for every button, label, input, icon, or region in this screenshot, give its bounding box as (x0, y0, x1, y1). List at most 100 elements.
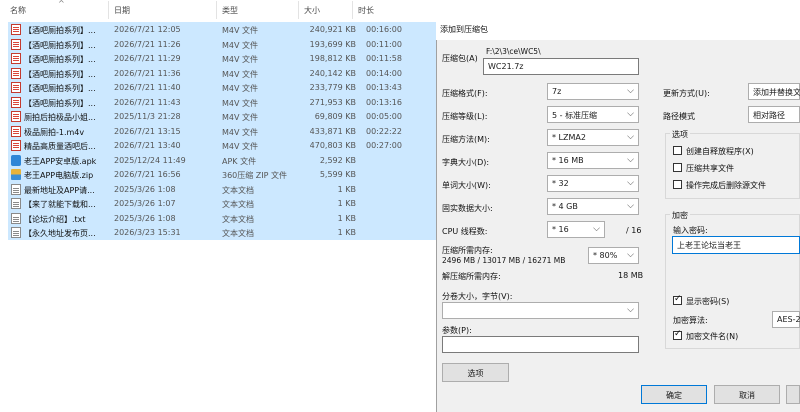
text-file-icon (11, 198, 21, 209)
archive-name-input[interactable]: WC21.7z (483, 58, 639, 75)
word-select[interactable]: * 32 ⌵ (547, 175, 639, 192)
file-name: 【酒吧厕拍系列】... (24, 26, 96, 35)
options-button[interactable]: 选项 (442, 363, 509, 382)
file-duration: 00:13:43 (366, 83, 402, 92)
help-button[interactable] (786, 385, 800, 404)
column-name[interactable]: 名称 (10, 5, 26, 16)
file-date: 2025/11/3 21:28 (114, 112, 181, 121)
show-password-checkbox[interactable] (673, 294, 682, 305)
file-row[interactable]: 老王APP安卓版.apk 2025/12/24 11:49 APK 文件 2,592 … (8, 152, 436, 167)
column-size[interactable]: 大小 (304, 5, 320, 16)
file-row[interactable]: 极品厕拍-1.m4v 2026/7/21 13:15 M4V 文件 433,871 K… (8, 123, 436, 138)
file-size: 233,779 KB (309, 83, 356, 92)
solid-label: 固实数据大小: (442, 204, 493, 213)
level-label: 压缩等级(L): (442, 112, 488, 121)
file-row[interactable]: 最新地址及APP请... 2025/3/26 1:08 文本文档 1 KB (8, 181, 436, 196)
file-row[interactable]: 【酒吧厕拍系列】... 2026/7/21 11:36 M4V 文件 240,142 … (8, 65, 436, 80)
sort-ascending-icon: ^ (58, 0, 65, 8)
params-label: 参数(P): (442, 326, 472, 335)
encryption-group-title: 加密 (670, 210, 690, 221)
solid-select[interactable]: * 4 GB ⌵ (547, 198, 639, 215)
file-name: 老王APP电脑版.zip (24, 171, 94, 180)
dict-select[interactable]: * 16 MB ⌵ (547, 152, 639, 169)
file-row[interactable]: 【酒吧厕拍系列】... 2026/7/21 11:29 M4V 文件 198,812 … (8, 51, 436, 66)
file-date: 2025/3/26 1:08 (114, 184, 176, 194)
file-name: 【酒吧厕拍系列】... (24, 40, 96, 50)
file-name: 【永久地址发布页... (24, 229, 96, 238)
ok-button[interactable]: 确定 (641, 385, 707, 404)
column-duration[interactable]: 时长 (358, 5, 374, 16)
file-row[interactable]: 【酒吧厕拍系列】... 2026/7/21 11:40 M4V 文件 233,779 … (8, 80, 436, 95)
chevron-down-icon: ⌵ (627, 109, 634, 119)
threads-select[interactable]: * 16 ⌵ (547, 221, 605, 238)
memory-percent-select[interactable]: * 80% ⌵ (588, 247, 639, 264)
format-select[interactable]: 7z ⌵ (547, 83, 639, 100)
password-input[interactable]: 上老王论坛当老王 (672, 236, 800, 254)
params-input[interactable] (442, 336, 639, 353)
video-file-icon (11, 125, 21, 137)
file-row[interactable]: 【论坛介绍】.txt 2025/3/26 1:08 文本文档 1 KB (8, 210, 436, 225)
update-mode-select[interactable]: 添加并替换文 (748, 83, 800, 100)
file-row[interactable]: 【酒吧厕拍系列】... 2026/7/21 12:05 M4V 文件 240,921 … (8, 22, 436, 37)
column-date[interactable]: 日期 (114, 5, 130, 16)
encrypt-names-label[interactable]: 加密文件名(N) (686, 331, 738, 342)
file-size: 240,921 KB (309, 25, 356, 34)
method-value: * LZMA2 (552, 133, 586, 142)
cancel-button[interactable]: 取消 (714, 385, 780, 404)
file-name: 【论坛介绍】.txt (24, 214, 86, 224)
delete-after-checkbox[interactable] (673, 180, 682, 189)
file-duration: 00:22:22 (366, 126, 402, 136)
threads-label: CPU 线程数: (442, 227, 488, 236)
dialog-titlebar[interactable]: 添加到压缩包 (436, 18, 800, 40)
archive-label: 压缩包(A) (442, 54, 478, 63)
method-select[interactable]: * LZMA2 ⌵ (547, 129, 639, 146)
video-file-icon (11, 67, 21, 79)
encrypt-names-checkbox[interactable] (673, 329, 682, 340)
dialog-title: 添加到压缩包 (440, 25, 488, 34)
file-row[interactable]: 【酒吧厕拍系列】... 2026/7/21 11:43 M4V 文件 271,953 … (8, 94, 436, 109)
path-mode-select[interactable]: 相对路径 (748, 106, 800, 123)
sfx-label[interactable]: 创建自释放程序(X) (686, 146, 754, 157)
shared-files-label[interactable]: 压缩共享文件 (686, 163, 734, 174)
video-file-icon (11, 24, 21, 35)
column-divider[interactable] (298, 1, 299, 19)
file-size: 433,871 KB (309, 126, 356, 136)
file-row[interactable]: 【来了就能下载和... 2025/3/26 1:07 文本文档 1 KB (8, 196, 436, 211)
sfx-checkbox[interactable] (673, 146, 682, 155)
file-name: 最新地址及APP请... (24, 185, 95, 195)
column-divider[interactable] (216, 1, 217, 19)
file-size: 1 KB (337, 184, 356, 194)
encryption-method-value: AES-25 (777, 315, 800, 324)
file-row[interactable]: 厕拍后拍极品小姐... 2025/11/3 21:28 M4V 文件 69,809 K… (8, 109, 436, 124)
encryption-method-select[interactable]: AES-25 (772, 311, 800, 328)
text-file-icon (11, 183, 21, 195)
column-type[interactable]: 类型 (222, 5, 238, 16)
chevron-down-icon: ⌵ (627, 305, 634, 315)
file-name: 极品厕拍-1.m4v (24, 127, 85, 137)
video-file-icon (11, 53, 21, 64)
word-label: 单词大小(W): (442, 181, 491, 190)
column-divider[interactable] (352, 1, 353, 19)
split-label: 分卷大小，字节(V): (442, 292, 513, 301)
file-date: 2026/7/21 13:15 (114, 126, 181, 136)
file-name: 精品高质量酒吧后... (24, 142, 96, 151)
file-row[interactable]: 老王APP电脑版.zip 2026/7/21 16:56 360压缩 ZIP 文件 5… (8, 167, 436, 182)
file-date: 2026/7/21 11:29 (114, 54, 181, 63)
level-select[interactable]: 5 - 标准压缩 ⌵ (547, 106, 639, 123)
split-select[interactable]: ⌵ (442, 302, 639, 319)
file-row[interactable]: 【酒吧厕拍系列】... 2026/7/21 11:26 M4V 文件 193,699 … (8, 36, 436, 51)
delete-after-label[interactable]: 操作完成后删除源文件 (686, 180, 766, 191)
dict-label: 字典大小(D): (442, 158, 490, 167)
file-duration: 00:16:00 (366, 25, 402, 34)
file-name: 【酒吧厕拍系列】... (24, 84, 96, 93)
file-duration: 00:14:00 (366, 68, 402, 78)
shared-files-checkbox[interactable] (673, 163, 682, 172)
file-explorer: ^ 名称 日期 类型 大小 时长 【酒吧厕拍系列】... 2026/7/21 12… (0, 0, 436, 412)
column-header-bar: ^ 名称 日期 类型 大小 时长 (0, 0, 436, 20)
file-row[interactable]: 【永久地址发布页... 2026/3/23 15:31 文本文档 1 KB (8, 225, 436, 240)
file-duration: 00:11:00 (366, 39, 402, 49)
file-row[interactable]: 精品高质量酒吧后... 2026/7/21 13:40 M4V 文件 470,803 … (8, 138, 436, 153)
column-divider[interactable] (108, 1, 109, 19)
show-password-label[interactable]: 显示密码(S) (686, 296, 729, 307)
chevron-down-icon: ⌵ (627, 250, 634, 260)
